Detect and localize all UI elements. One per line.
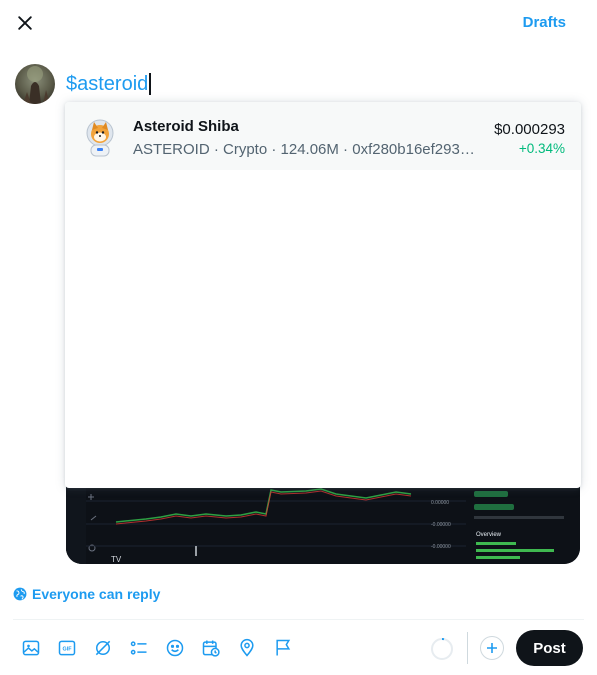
- poll-icon: [130, 641, 147, 655]
- typeahead-result-item[interactable]: Asteroid Shiba ASTEROID · Crypto · 124.0…: [65, 102, 581, 170]
- drafts-link[interactable]: Drafts: [523, 14, 566, 31]
- close-button[interactable]: [8, 6, 42, 40]
- toolbar-separator: [467, 632, 468, 664]
- token-price: $0.000293: [494, 121, 565, 138]
- svg-text:0.00000: 0.00000: [431, 500, 449, 506]
- gif-icon: GIF: [58, 640, 76, 656]
- svg-text:GIF: GIF: [62, 647, 72, 653]
- token-logo-icon: [81, 118, 119, 158]
- reply-setting-button[interactable]: Everyone can reply: [13, 586, 160, 602]
- add-poll-button[interactable]: [121, 633, 157, 663]
- compose-input[interactable]: $asteroid: [66, 71, 151, 97]
- add-media-button[interactable]: [13, 633, 49, 663]
- compose-toolbar: GIF: [13, 633, 301, 663]
- add-gif-button[interactable]: GIF: [49, 633, 85, 663]
- svg-text:Overview: Overview: [476, 532, 502, 538]
- close-icon: [18, 16, 32, 30]
- add-location-button[interactable]: [229, 633, 265, 663]
- globe-icon: [13, 587, 27, 601]
- reply-setting-label: Everyone can reply: [32, 586, 161, 602]
- token-price-change: +0.34%: [518, 141, 565, 156]
- grok-icon: [95, 640, 111, 656]
- avatar[interactable]: [15, 64, 55, 104]
- character-count-progress: [430, 637, 454, 661]
- schedule-button[interactable]: [193, 633, 229, 663]
- tag-flag-button[interactable]: [265, 633, 301, 663]
- svg-text:TV: TV: [111, 555, 122, 564]
- flag-icon: [276, 639, 291, 656]
- location-icon: [240, 638, 254, 657]
- svg-text:-0.00000: -0.00000: [431, 522, 451, 528]
- grok-button[interactable]: [85, 633, 121, 663]
- svg-text:-0.00000: -0.00000: [431, 544, 451, 550]
- plus-icon: [487, 643, 497, 653]
- attached-image[interactable]: TV 0.00000 -0.00000 -0.00000 Overview: [66, 486, 580, 564]
- toolbar-divider: [13, 619, 584, 620]
- compose-text: $asteroid: [66, 72, 149, 95]
- add-post-button[interactable]: [480, 636, 504, 660]
- typeahead-dropdown: Asteroid Shiba ASTEROID · Crypto · 124.0…: [65, 102, 581, 488]
- image-icon: [22, 640, 40, 656]
- token-name: Asteroid Shiba: [133, 118, 239, 135]
- add-emoji-button[interactable]: [157, 633, 193, 663]
- emoji-icon: [166, 639, 184, 657]
- post-button[interactable]: Post: [516, 630, 583, 666]
- text-caret: [149, 73, 151, 95]
- schedule-icon: [202, 640, 220, 657]
- token-meta: ASTEROID · Crypto · 124.06M · 0xf280b16e…: [133, 141, 478, 158]
